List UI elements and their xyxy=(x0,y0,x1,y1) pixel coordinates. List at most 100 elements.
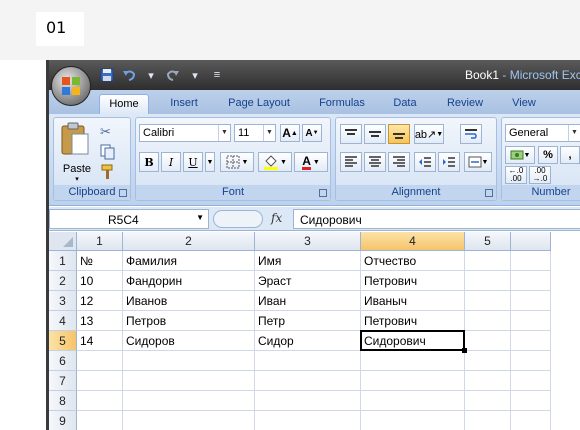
table-cell[interactable] xyxy=(465,311,511,331)
table-cell[interactable]: Петров xyxy=(123,311,255,331)
table-cell[interactable] xyxy=(77,351,123,371)
align-bottom-icon[interactable] xyxy=(388,124,410,144)
table-cell[interactable] xyxy=(123,411,255,430)
row-header[interactable]: 2 xyxy=(49,271,77,291)
table-cell[interactable] xyxy=(123,351,255,371)
align-left-icon[interactable] xyxy=(340,152,362,172)
italic-button[interactable]: I xyxy=(161,152,181,172)
column-header[interactable]: 5 xyxy=(465,232,511,251)
column-header-empty[interactable] xyxy=(511,232,551,251)
table-cell[interactable] xyxy=(511,351,551,371)
table-cell[interactable] xyxy=(255,351,361,371)
table-cell[interactable] xyxy=(465,411,511,430)
align-top-icon[interactable] xyxy=(340,124,362,144)
accounting-format-icon[interactable]: ▼ xyxy=(505,146,535,164)
row-header[interactable]: 5 xyxy=(49,331,77,351)
table-cell[interactable] xyxy=(465,331,511,351)
table-cell[interactable] xyxy=(361,371,465,391)
borders-icon[interactable]: ▼ xyxy=(220,152,254,172)
shrink-font-icon[interactable]: A ▼ xyxy=(302,124,322,142)
table-cell[interactable] xyxy=(511,271,551,291)
table-cell[interactable]: 14 xyxy=(77,331,123,351)
tab-page-layout[interactable]: Page Layout xyxy=(219,94,299,114)
table-cell[interactable] xyxy=(511,391,551,411)
table-cell[interactable]: Сидор xyxy=(255,331,361,351)
table-cell[interactable] xyxy=(361,351,465,371)
merge-center-icon[interactable]: ▼ xyxy=(464,152,492,172)
font-size-select[interactable]: 11 ▼ xyxy=(234,124,276,142)
customize-toolbar-icon[interactable]: ≡ xyxy=(209,67,225,83)
align-middle-icon[interactable] xyxy=(364,124,386,144)
table-cell[interactable] xyxy=(511,291,551,311)
clipboard-launcher-icon[interactable] xyxy=(119,189,127,197)
underline-button[interactable]: U xyxy=(183,152,203,172)
column-header[interactable]: 2 xyxy=(123,232,255,251)
tab-data[interactable]: Data xyxy=(385,94,425,114)
copy-icon[interactable] xyxy=(100,144,118,160)
font-launcher-icon[interactable] xyxy=(319,189,327,197)
decrease-decimal-icon[interactable]: .00 →.0 xyxy=(529,166,551,184)
row-header[interactable]: 7 xyxy=(49,371,77,391)
row-header[interactable]: 8 xyxy=(49,391,77,411)
table-cell[interactable]: Петрович xyxy=(361,271,465,291)
table-cell[interactable] xyxy=(465,291,511,311)
table-cell[interactable] xyxy=(77,411,123,430)
percent-button[interactable]: % xyxy=(538,146,558,164)
table-cell[interactable] xyxy=(361,391,465,411)
table-cell[interactable]: Сидоров xyxy=(123,331,255,351)
name-box[interactable]: R5C4 ▼ xyxy=(49,209,209,229)
undo-dropdown-icon[interactable]: ▾ xyxy=(143,67,159,83)
table-cell[interactable] xyxy=(511,411,551,430)
table-cell[interactable] xyxy=(465,371,511,391)
table-cell[interactable] xyxy=(465,251,511,271)
insert-function-icon[interactable]: fx xyxy=(271,211,282,225)
table-cell[interactable] xyxy=(123,391,255,411)
table-cell[interactable] xyxy=(465,391,511,411)
formula-input[interactable]: Сидорович xyxy=(293,209,580,229)
formula-bar-buttons[interactable] xyxy=(213,210,263,228)
align-center-icon[interactable] xyxy=(364,152,386,172)
wrap-text-icon[interactable] xyxy=(460,124,482,144)
active-cell[interactable]: Сидорович xyxy=(360,330,465,351)
increase-indent-icon[interactable] xyxy=(438,152,460,172)
table-cell[interactable] xyxy=(255,411,361,430)
table-cell[interactable]: Иванов xyxy=(123,291,255,311)
row-header[interactable]: 9 xyxy=(49,411,77,430)
undo-icon[interactable] xyxy=(121,67,137,83)
table-cell[interactable]: № xyxy=(77,251,123,271)
table-cell[interactable]: Петрович xyxy=(361,311,465,331)
table-cell[interactable] xyxy=(465,271,511,291)
table-cell[interactable] xyxy=(511,251,551,271)
row-header[interactable]: 4 xyxy=(49,311,77,331)
font-name-select[interactable]: Calibri ▼ xyxy=(139,124,231,142)
comma-button[interactable]: , xyxy=(560,146,580,164)
fill-handle[interactable] xyxy=(462,348,467,353)
column-header[interactable]: 3 xyxy=(255,232,361,251)
row-header[interactable]: 6 xyxy=(49,351,77,371)
tab-home[interactable]: Home xyxy=(99,94,149,114)
underline-dropdown-icon[interactable]: ▼ xyxy=(205,152,215,172)
bold-button[interactable]: B xyxy=(139,152,159,172)
fill-color-icon[interactable]: ▼ xyxy=(258,152,292,172)
table-cell[interactable]: Иван xyxy=(255,291,361,311)
grow-font-icon[interactable]: A ▲ xyxy=(280,124,300,142)
increase-decimal-icon[interactable]: ←.0.00 xyxy=(505,166,527,184)
table-cell[interactable] xyxy=(255,371,361,391)
row-header[interactable]: 3 xyxy=(49,291,77,311)
table-cell[interactable]: 10 xyxy=(77,271,123,291)
table-cell[interactable] xyxy=(511,311,551,331)
tab-formulas[interactable]: Formulas xyxy=(311,94,373,114)
table-cell[interactable] xyxy=(77,371,123,391)
format-painter-icon[interactable] xyxy=(100,164,118,180)
decrease-indent-icon[interactable] xyxy=(414,152,436,172)
align-right-icon[interactable] xyxy=(388,152,410,172)
table-cell[interactable]: Петр xyxy=(255,311,361,331)
table-cell[interactable] xyxy=(123,371,255,391)
orientation-icon[interactable]: ab↗ ▼ xyxy=(414,124,444,144)
tab-review[interactable]: Review xyxy=(439,94,491,114)
redo-icon[interactable] xyxy=(165,67,181,83)
table-cell[interactable]: 12 xyxy=(77,291,123,311)
table-cell[interactable]: Отчество xyxy=(361,251,465,271)
redo-dropdown-icon[interactable]: ▾ xyxy=(187,67,203,83)
cut-icon[interactable]: ✂ xyxy=(100,124,118,140)
